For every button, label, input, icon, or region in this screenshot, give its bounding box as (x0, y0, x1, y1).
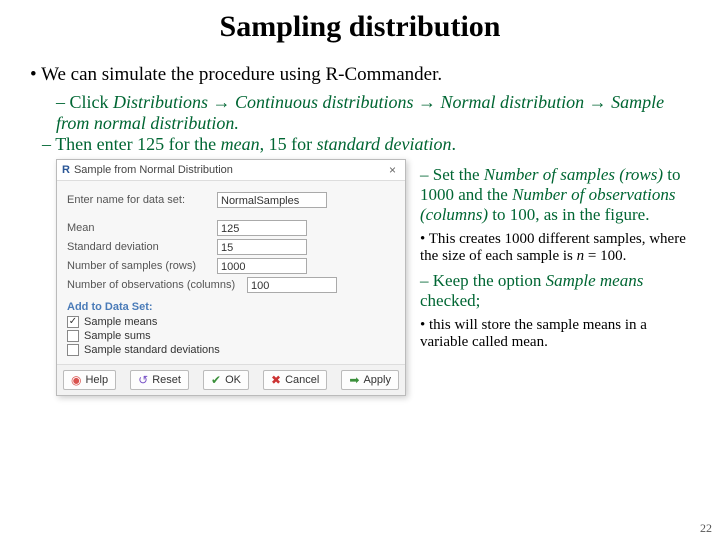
right-column: Set the Number of samples (rows) to 1000… (406, 159, 690, 396)
nav-instruction: Click Distributions → Continuous distrib… (56, 92, 690, 134)
mean-label: Mean (67, 222, 217, 234)
checkbox-icon[interactable]: ✓ (67, 316, 79, 328)
nobs-label: Number of observations (columns) (67, 279, 247, 291)
slide-content: We can simulate the procedure using R-Co… (0, 64, 720, 396)
enter-values: Then enter 125 for the mean, 15 for stan… (56, 134, 690, 155)
cb-sample-sums-row[interactable]: Sample sums (67, 330, 395, 342)
checkbox-icon[interactable] (67, 330, 79, 342)
nsamples-label: Number of samples (rows) (67, 260, 217, 272)
nsamples-input[interactable]: 1000 (217, 258, 307, 274)
close-icon[interactable]: × (385, 163, 400, 177)
cb-sample-sd-label: Sample standard deviations (84, 344, 220, 356)
store-note: this will store the sample means in a va… (420, 317, 690, 351)
creates-note: This creates 1000 different samples, whe… (420, 231, 690, 265)
dataset-name-label: Enter name for data set: (67, 194, 217, 206)
dialog-titlebar: R Sample from Normal Distribution × (57, 160, 405, 181)
dataset-name-input[interactable]: NormalSamples (217, 192, 327, 208)
reset-button[interactable]: ↺Reset (130, 370, 189, 390)
apply-icon: ➡ (349, 373, 359, 387)
page-number: 22 (700, 521, 712, 536)
dialog-body: Enter name for data set: NormalSamples M… (57, 181, 405, 364)
help-icon: ◉ (71, 373, 81, 387)
ok-button[interactable]: ✔OK (203, 370, 249, 390)
sd-input[interactable]: 15 (217, 239, 307, 255)
cancel-button[interactable]: ✖Cancel (263, 370, 327, 390)
cb-sample-means-row[interactable]: ✓ Sample means (67, 316, 395, 328)
dialog-sample-normal: R Sample from Normal Distribution × Ente… (56, 159, 406, 396)
cancel-icon: ✖ (271, 373, 281, 387)
apply-button[interactable]: ➡Apply (341, 370, 399, 390)
mean-input[interactable]: 125 (217, 220, 307, 236)
reset-icon: ↺ (138, 373, 148, 387)
check-icon: ✔ (211, 373, 221, 387)
help-button[interactable]: ◉Help (63, 370, 116, 390)
slide-title: Sampling distribution (0, 0, 720, 64)
cb-sample-sums-label: Sample sums (84, 330, 151, 342)
dialog-title-text: Sample from Normal Distribution (74, 164, 233, 176)
dialog-button-bar: ◉Help ↺Reset ✔OK ✖Cancel ➡Apply (57, 364, 405, 395)
add-to-dataset-header: Add to Data Set: (67, 301, 395, 313)
cb-sample-means-label: Sample means (84, 316, 157, 328)
set-rows-cols: Set the Number of samples (rows) to 1000… (420, 165, 690, 225)
intro-line: We can simulate the procedure using R-Co… (30, 64, 690, 86)
r-icon: R (62, 164, 70, 176)
checkbox-icon[interactable] (67, 344, 79, 356)
nobs-input[interactable]: 100 (247, 277, 337, 293)
sd-label: Standard deviation (67, 241, 217, 253)
cb-sample-sd-row[interactable]: Sample standard deviations (67, 344, 395, 356)
keep-option: Keep the option Sample means checked; (420, 271, 690, 311)
